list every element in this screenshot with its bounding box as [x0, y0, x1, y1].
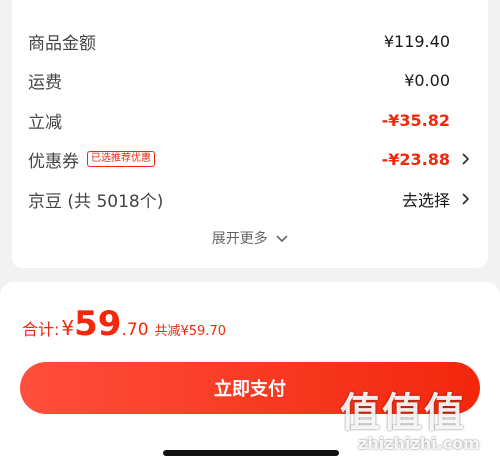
total-amount: 合计: ¥ 59 .70 共减¥59.70 — [22, 304, 226, 344]
goods-amount-label: 商品金额 — [28, 33, 96, 54]
instant-discount-value: -¥35.82 — [381, 110, 450, 130]
expand-more-link[interactable]: 展开更多 — [12, 228, 488, 248]
row-jingdou[interactable]: 京豆 (共 5018个) 去选择 — [28, 186, 472, 212]
jingdou-select[interactable]: 去选择 — [402, 187, 450, 211]
coupon-badge: 已选推荐优惠 — [87, 151, 155, 167]
watermark-logo: 值值值 zhizhizhi.com — [340, 380, 490, 460]
goods-amount-value: ¥119.40 — [383, 31, 450, 51]
row-coupon[interactable]: 优惠券 已选推荐优惠 -¥23.88 — [28, 146, 472, 172]
instant-discount-label: 立减 — [28, 112, 62, 133]
amount-integer: 59 — [74, 304, 122, 344]
total-label: 合计: — [22, 320, 60, 339]
shipping-value: ¥0.00 — [404, 70, 450, 90]
row-instant-discount: 立减 -¥35.82 — [28, 107, 472, 133]
jingdou-label: 京豆 (共 5018个) — [28, 191, 164, 212]
coupon-label-group: 优惠券 已选推荐优惠 — [28, 147, 155, 172]
shipping-label: 运费 — [28, 72, 62, 93]
expand-more-label: 展开更多 — [211, 231, 268, 247]
amount-decimal: .70 — [121, 320, 149, 340]
chevron-right-icon[interactable] — [460, 153, 472, 165]
chevron-down-icon — [276, 231, 288, 247]
row-goods-amount: 商品金额 ¥119.40 — [28, 28, 472, 54]
order-summary-card: 商品金额 ¥119.40 运费 ¥0.00 立减 -¥35.82 优惠券 已选推… — [12, 0, 488, 268]
watermark-chars: 值值值 — [340, 390, 466, 436]
row-shipping: 运费 ¥0.00 — [28, 67, 472, 93]
chevron-right-icon[interactable] — [460, 193, 472, 205]
watermark-site: zhizhizhi.com — [358, 434, 480, 453]
coupon-value: -¥23.88 — [381, 149, 450, 169]
saved-amount: 共减¥59.70 — [154, 324, 227, 339]
coupon-label: 优惠券 — [28, 151, 79, 172]
currency-symbol: ¥ — [61, 316, 75, 340]
home-indicator[interactable] — [163, 450, 339, 456]
